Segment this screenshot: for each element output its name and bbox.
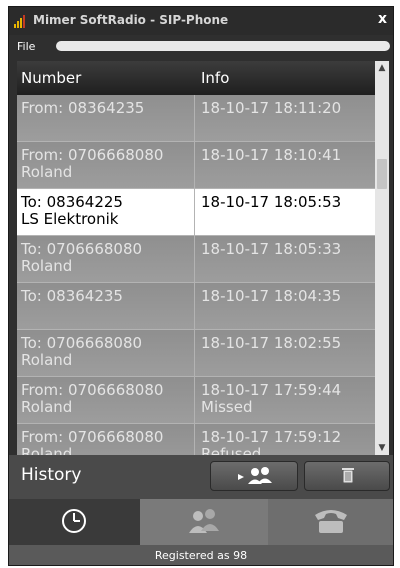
menu-bar: File: [9, 37, 393, 57]
call-timestamp: 18-10-17 18:05:53: [201, 193, 342, 211]
trash-icon: [342, 468, 354, 484]
contact-name: Roland: [21, 257, 73, 275]
info-cell: 18-10-17 18:11:20: [195, 95, 375, 141]
table-row-selected[interactable]: To: 08364225 LS Elektronik 18-10-17 18:0…: [17, 189, 375, 236]
vertical-scrollbar[interactable]: ▲ ▼: [375, 61, 389, 455]
call-history-list: Number Info From: 08364235 18-10-17 18:1…: [17, 61, 389, 455]
bottom-navigation: [9, 499, 393, 545]
scroll-up-arrow-icon[interactable]: ▲: [375, 63, 389, 73]
table-row[interactable]: From: 0706668080 Roland 18-10-17 18:10:4…: [17, 142, 375, 189]
number-text: To: 08364225: [21, 193, 123, 211]
delete-history-button[interactable]: [304, 461, 390, 491]
nav-tab-contacts[interactable]: [140, 499, 268, 545]
number-cell: From: 0706668080 Roland: [17, 424, 195, 455]
table-row[interactable]: From: 0706668080 Roland 18-10-17 17:59:1…: [17, 424, 375, 455]
number-text: To: 0706668080: [21, 240, 143, 258]
call-timestamp: 18-10-17 18:05:33: [201, 240, 342, 258]
nav-tab-phone[interactable]: [268, 499, 393, 545]
close-button[interactable]: x: [378, 11, 387, 27]
contacts-icon: [189, 509, 219, 533]
play-contacts-icon: [238, 467, 272, 484]
scrollbar-thumb[interactable]: [377, 159, 387, 189]
table-row[interactable]: From: 08364235 18-10-17 18:11:20: [17, 95, 375, 142]
number-text: From: 0706668080: [21, 381, 164, 399]
call-timestamp: 18-10-17 18:02:55: [201, 334, 342, 352]
number-cell: From: 0706668080 Roland: [17, 142, 195, 188]
number-cell: From: 08364235: [17, 95, 195, 141]
app-logo-icon: [14, 15, 25, 28]
number-text: From: 0706668080: [21, 428, 164, 446]
table-row[interactable]: To: 08364235 18-10-17 18:04:35: [17, 283, 375, 330]
contact-name: Roland: [21, 445, 73, 456]
call-timestamp: 18-10-17 18:10:41: [201, 146, 342, 164]
call-timestamp: 18-10-17 17:59:12: [201, 428, 342, 446]
info-cell: 18-10-17 18:05:53: [195, 189, 375, 235]
number-text: To: 08364235: [21, 287, 123, 305]
info-cell: 18-10-17 18:10:41: [195, 142, 375, 188]
window-title: Mimer SoftRadio - SIP-Phone: [33, 13, 229, 27]
history-toolbar: History: [9, 455, 393, 499]
contact-name: LS Elektronik: [21, 210, 119, 228]
menu-file[interactable]: File: [17, 40, 35, 53]
call-timestamp: 18-10-17 18:11:20: [201, 99, 342, 117]
list-header: Number Info: [17, 61, 375, 95]
table-row[interactable]: To: 0706668080 Roland 18-10-17 18:02:55: [17, 330, 375, 377]
column-header-number[interactable]: Number: [21, 69, 81, 87]
nav-tab-history[interactable]: [9, 499, 140, 545]
call-status: Missed: [201, 398, 253, 416]
open-contacts-button[interactable]: [210, 461, 298, 491]
clock-icon: [62, 509, 86, 533]
number-text: From: 08364235: [21, 99, 145, 117]
history-label: History: [21, 465, 82, 485]
column-header-info[interactable]: Info: [201, 69, 229, 87]
info-cell: 18-10-17 18:04:35: [195, 283, 375, 329]
number-cell: To: 0706668080 Roland: [17, 236, 195, 282]
number-cell: To: 08364235: [17, 283, 195, 329]
table-row[interactable]: To: 0706668080 Roland 18-10-17 18:05:33: [17, 236, 375, 283]
info-cell: 18-10-17 18:05:33: [195, 236, 375, 282]
phone-icon: [315, 510, 347, 533]
number-cell: To: 08364225 LS Elektronik: [17, 189, 195, 235]
number-cell: To: 0706668080 Roland: [17, 330, 195, 376]
contact-name: Roland: [21, 351, 73, 369]
list-rows: From: 08364235 18-10-17 18:11:20 From: 0…: [17, 95, 375, 455]
info-cell: 18-10-17 18:02:55: [195, 330, 375, 376]
number-text: From: 0706668080: [21, 146, 164, 164]
contact-name: Roland: [21, 163, 73, 181]
table-row[interactable]: From: 0706668080 Roland 18-10-17 17:59:4…: [17, 377, 375, 424]
info-cell: 18-10-17 17:59:12 Refused: [195, 424, 375, 456]
call-timestamp: 18-10-17 18:04:35: [201, 287, 342, 305]
call-timestamp: 18-10-17 17:59:44: [201, 381, 342, 399]
app-window: Mimer SoftRadio - SIP-Phone x File Numbe…: [8, 6, 394, 566]
title-bar: Mimer SoftRadio - SIP-Phone x: [9, 7, 393, 35]
number-cell: From: 0706668080 Roland: [17, 377, 195, 423]
registration-status: Registered as 98: [9, 545, 393, 565]
contact-name: Roland: [21, 398, 73, 416]
info-cell: 18-10-17 17:59:44 Missed: [195, 377, 375, 423]
scroll-down-arrow-icon[interactable]: ▼: [375, 443, 389, 453]
number-text: To: 0706668080: [21, 334, 143, 352]
call-status: Refused: [201, 445, 262, 456]
progress-bar: [56, 41, 390, 51]
